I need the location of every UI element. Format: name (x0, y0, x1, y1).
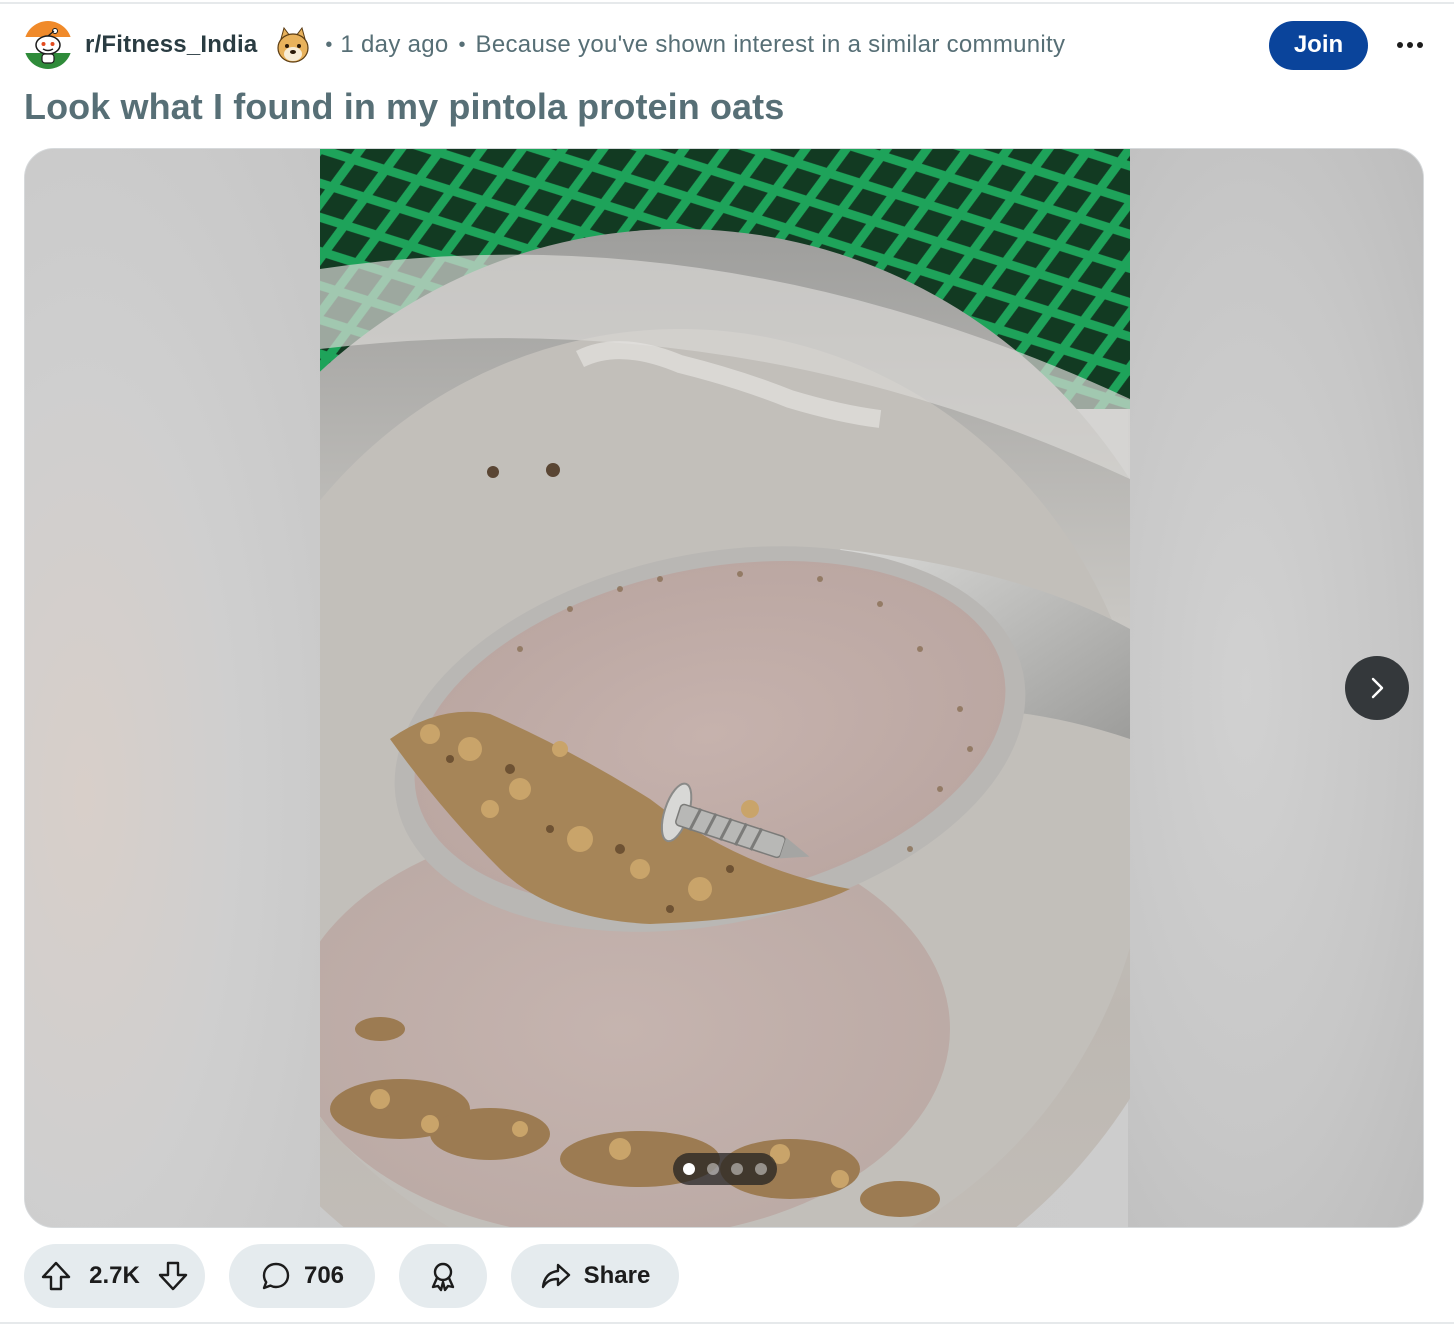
post-title[interactable]: Look what I found in my pintola protein … (24, 86, 784, 128)
separator-dot: • (325, 33, 333, 56)
blurred-backdrop-left (25, 149, 320, 1227)
top-divider (0, 2, 1454, 4)
downvote-button[interactable] (151, 1254, 195, 1298)
upvote-icon (41, 1261, 71, 1291)
share-label: Share (583, 1262, 651, 1289)
gallery-pagination (673, 1153, 777, 1185)
award-button[interactable] (399, 1244, 487, 1308)
vote-score: 2.7K (89, 1262, 140, 1289)
upvote-button[interactable] (34, 1254, 78, 1298)
comment-count: 706 (303, 1262, 345, 1289)
next-image-button[interactable] (1345, 656, 1409, 720)
post-meta-row: r/Fitness_India • 1 day ago • Because yo… (24, 20, 1430, 70)
doge-avatar-icon (273, 25, 313, 65)
chevron-right-icon (1371, 677, 1384, 699)
comment-icon (262, 1262, 290, 1290)
post-media-gallery[interactable] (24, 148, 1424, 1228)
more-options-icon[interactable] (1392, 27, 1428, 63)
downvote-icon (158, 1261, 188, 1291)
share-button[interactable]: Share (511, 1244, 679, 1308)
award-icon (431, 1262, 455, 1292)
post-action-bar: 2.7K 706 Share (24, 1244, 679, 1308)
comments-button[interactable]: 706 (229, 1244, 375, 1308)
pagination-dot-1[interactable] (683, 1163, 695, 1175)
bottom-divider (0, 1322, 1454, 1324)
share-icon (541, 1263, 570, 1289)
subreddit-name[interactable]: r/Fitness_India (85, 31, 257, 59)
post-timestamp: 1 day ago (340, 31, 449, 58)
pagination-dot-4[interactable] (755, 1163, 767, 1175)
separator-dot: • (458, 33, 466, 56)
subreddit-avatar[interactable] (24, 21, 72, 69)
recommendation-reason: Because you've shown interest in a simil… (475, 31, 1066, 58)
post-image[interactable] (140, 149, 1220, 1227)
pagination-dot-3[interactable] (731, 1163, 743, 1175)
pagination-dot-2[interactable] (707, 1163, 719, 1175)
vote-control: 2.7K (24, 1244, 205, 1308)
join-button[interactable]: Join (1269, 20, 1368, 70)
